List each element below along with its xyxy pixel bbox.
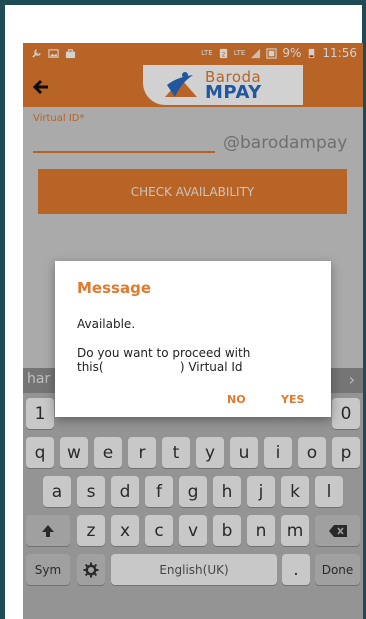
dialog-available-text: Available. [77, 317, 136, 331]
message-dialog: Message Available. Do you want to procee… [55, 261, 331, 417]
dialog-question-line1: Do you want to proceed with [77, 346, 251, 360]
no-button[interactable]: NO [227, 393, 246, 406]
frame-border-left [0, 0, 5, 619]
dialog-question-line2: this( ) Virtual Id [77, 360, 243, 374]
yes-button[interactable]: YES [281, 393, 304, 406]
dialog-title: Message [77, 279, 151, 297]
screenshot-frame: LTE 2 LTE 9% 11:56 Baroda MPAY Virtual I… [0, 0, 366, 619]
phone-screen: LTE 2 LTE 9% 11:56 Baroda MPAY Virtual I… [23, 43, 363, 619]
frame-border-top [0, 0, 366, 5]
